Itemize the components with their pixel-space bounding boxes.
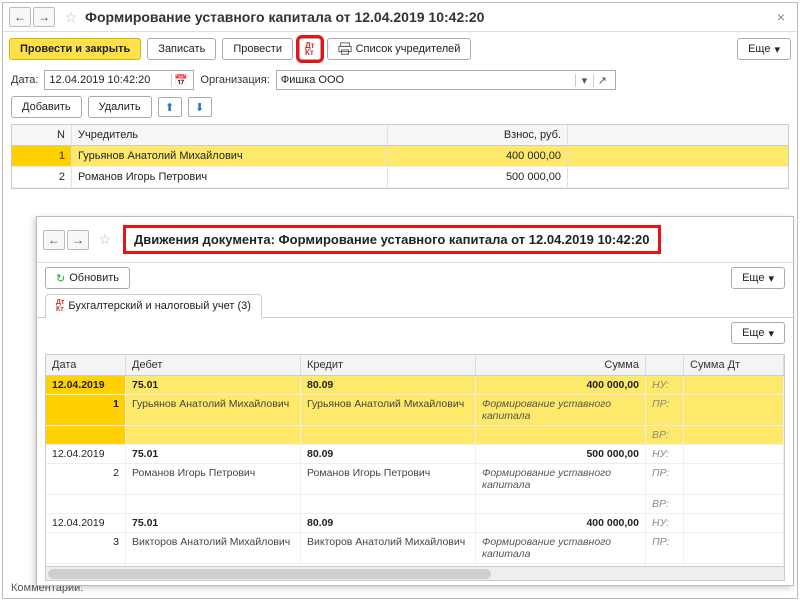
dtkt-button[interactable]: ДтКт — [299, 38, 321, 60]
table-header: N Учредитель Взнос, руб. — [12, 125, 788, 146]
date-input[interactable]: 12.04.2019 10:42:20 📅 — [44, 70, 194, 90]
form-row: Дата: 12.04.2019 10:42:20 📅 Организация:… — [3, 66, 797, 94]
chevron-down-icon: ▾ — [774, 43, 780, 56]
gcol-sum[interactable]: Сумма — [476, 355, 646, 375]
printer-icon — [338, 42, 352, 56]
horizontal-scrollbar[interactable] — [46, 566, 784, 580]
open-ref-icon[interactable]: ↗ — [593, 74, 611, 87]
founders-list-button[interactable]: Список учредителей — [327, 38, 472, 60]
gcol-credit[interactable]: Кредит — [301, 355, 476, 375]
table-row[interactable]: 2 Романов Игорь Петрович 500 000,00 — [12, 167, 788, 188]
gcol-lab — [646, 355, 684, 375]
grid-row[interactable]: 3 Викторов Анатолий Михайлович Викторов … — [46, 533, 784, 564]
table-toolbar: Добавить Удалить ⬆ ⬇ — [3, 94, 797, 120]
add-button[interactable]: Добавить — [11, 96, 82, 118]
favorite-icon[interactable]: ☆ — [95, 230, 115, 250]
grid-header: Дата Дебет Кредит Сумма Сумма Дт — [46, 355, 784, 376]
forward-button[interactable]: → — [33, 7, 55, 27]
grid-row[interactable]: 12.04.2019 75.01 80.09 400 000,00 НУ: — [46, 514, 784, 533]
move-up-button[interactable]: ⬆ — [158, 97, 182, 117]
more-button[interactable]: Еще ▾ — [731, 267, 785, 289]
org-label: Организация: — [200, 74, 269, 86]
gcol-debit[interactable]: Дебет — [126, 355, 301, 375]
back-button[interactable]: ← — [43, 230, 65, 250]
post-and-close-button[interactable]: Провести и закрыть — [9, 38, 141, 60]
dropdown-icon[interactable]: ▾ — [575, 74, 593, 87]
post-button[interactable]: Провести — [222, 38, 293, 60]
more-button[interactable]: Еще ▾ — [737, 38, 791, 60]
dtkt-icon: ДтКт — [305, 42, 315, 56]
window-title: Формирование уставного капитала от 12.04… — [85, 9, 771, 25]
gcol-date[interactable]: Дата — [46, 355, 126, 375]
tab-label: Бухгалтерский и налоговый учет (3) — [68, 300, 251, 312]
grid-body: 12.04.2019 75.01 80.09 400 000,00 НУ: 1 … — [46, 376, 784, 566]
movements-title: Движения документа: Формирование уставно… — [123, 225, 661, 254]
chevron-down-icon: ▾ — [768, 327, 774, 340]
tabs: ДтКт Бухгалтерский и налоговый учет (3) — [37, 293, 793, 318]
back-button[interactable]: ← — [9, 7, 31, 27]
refresh-icon: ↻ — [56, 272, 65, 285]
org-value: Фишка ООО — [281, 74, 575, 86]
movements-toolbar: ↻Обновить Еще ▾ — [37, 263, 793, 293]
save-button[interactable]: Записать — [147, 38, 216, 60]
scrollbar-thumb[interactable] — [48, 569, 491, 579]
close-icon[interactable]: × — [771, 9, 791, 25]
grid-more-row: Еще ▾ — [37, 318, 793, 348]
col-empty — [568, 125, 788, 145]
titlebar: ← → ☆ Формирование уставного капитала от… — [3, 3, 797, 32]
founders-list-label: Список учредителей — [356, 43, 461, 55]
grid-row[interactable]: 12.04.2019 75.01 80.09 500 000,00 НУ: — [46, 445, 784, 464]
move-down-button[interactable]: ⬇ — [188, 97, 212, 117]
tab-accounting[interactable]: ДтКт Бухгалтерский и налоговый учет (3) — [45, 294, 262, 318]
chevron-down-icon: ▾ — [768, 272, 774, 285]
table-row[interactable]: 1 Гурьянов Анатолий Михайлович 400 000,0… — [12, 146, 788, 167]
grid-row[interactable]: ВР: — [46, 495, 784, 514]
calendar-icon[interactable]: 📅 — [171, 74, 189, 87]
date-value: 12.04.2019 10:42:20 — [49, 74, 171, 86]
col-founder[interactable]: Учредитель — [72, 125, 388, 145]
founders-table: N Учредитель Взнос, руб. 1 Гурьянов Анат… — [11, 124, 789, 189]
grid-more-button[interactable]: Еще ▾ — [731, 322, 785, 344]
forward-button[interactable]: → — [67, 230, 89, 250]
movements-window: ← → ☆ Движения документа: Формирование у… — [36, 216, 794, 586]
titlebar: ← → ☆ Движения документа: Формирование у… — [37, 217, 793, 263]
grid-row[interactable]: 12.04.2019 75.01 80.09 400 000,00 НУ: — [46, 376, 784, 395]
gcol-sumdt[interactable]: Сумма Дт — [684, 355, 784, 375]
date-label: Дата: — [11, 74, 38, 86]
col-amount[interactable]: Взнос, руб. — [388, 125, 568, 145]
col-n[interactable]: N — [12, 125, 72, 145]
refresh-button[interactable]: ↻Обновить — [45, 267, 130, 289]
main-toolbar: Провести и закрыть Записать Провести ДтК… — [3, 32, 797, 66]
org-input[interactable]: Фишка ООО ▾ ↗ — [276, 70, 616, 90]
grid-row[interactable]: 2 Романов Игорь Петрович Романов Игорь П… — [46, 464, 784, 495]
favorite-icon[interactable]: ☆ — [61, 7, 81, 27]
grid-row[interactable]: ВР: — [46, 426, 784, 445]
grid-row[interactable]: 1 Гурьянов Анатолий Михайлович Гурьянов … — [46, 395, 784, 426]
delete-button[interactable]: Удалить — [88, 96, 152, 118]
movements-grid: Дата Дебет Кредит Сумма Сумма Дт 12.04.2… — [45, 354, 785, 581]
dtkt-icon: ДтКт — [56, 299, 64, 313]
